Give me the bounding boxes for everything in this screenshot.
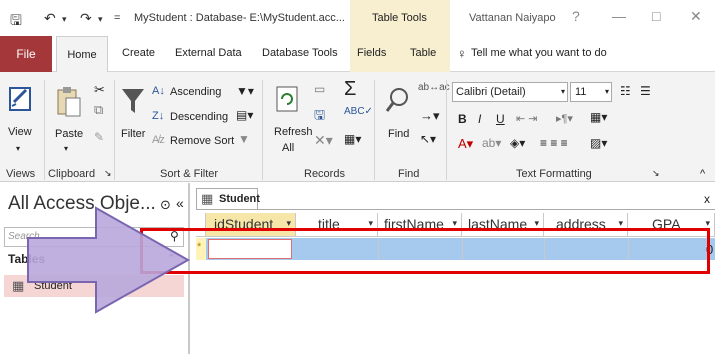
toggle-filter-icon[interactable]: ▼ (238, 132, 250, 146)
filter-button[interactable]: Filter (121, 128, 145, 140)
font-size-select[interactable]: 11 ▾ (570, 82, 612, 102)
tab-file[interactable]: File (0, 36, 52, 72)
descending-button[interactable]: Descending (170, 111, 228, 123)
annotation-arrow-icon (27, 206, 191, 314)
refresh-icon[interactable] (274, 84, 300, 114)
help-button[interactable]: ? (572, 8, 580, 24)
fill-color-icon[interactable]: ◈▾ (510, 136, 525, 150)
tab-create[interactable]: Create (122, 47, 155, 59)
ribbon-tabs: File Home Create External Data Database … (0, 36, 715, 73)
customize-toolbar-icon[interactable]: = (114, 12, 120, 24)
close-document-button[interactable]: x (704, 192, 710, 206)
view-icon[interactable] (8, 84, 36, 114)
document-tab-label: Student (219, 193, 260, 205)
indent-icons[interactable]: ⇤ ⇥ (516, 112, 538, 125)
table-tools-label: Table Tools (372, 12, 427, 24)
redo-icon[interactable]: ↷ (80, 10, 92, 27)
undo-dropdown-icon[interactable]: ▾ (62, 14, 67, 25)
clipboard-launcher-icon[interactable]: ↘ (104, 168, 112, 179)
tab-table[interactable]: Table (410, 47, 436, 59)
ascending-button[interactable]: Ascending (170, 86, 221, 98)
font-size-dropdown-icon[interactable]: ▾ (605, 87, 609, 96)
more-records-icon[interactable]: ▦▾ (344, 132, 361, 146)
window-title: MyStudent : Database- E:\MyStudent.acc..… (134, 12, 345, 24)
paste-button[interactable]: Paste (55, 128, 83, 140)
refresh-button[interactable]: Refresh (274, 126, 313, 138)
view-dropdown-icon[interactable]: ▾ (16, 144, 20, 153)
underline-button[interactable]: U (496, 112, 505, 126)
alternate-row-color-icon[interactable]: ▨▾ (590, 136, 607, 150)
highlight-box (140, 228, 710, 274)
tab-external-data[interactable]: External Data (175, 47, 242, 59)
user-name[interactable]: Vattanan Naiyapo (469, 12, 556, 24)
tab-fields[interactable]: Fields (357, 47, 386, 59)
paste-dropdown-icon[interactable]: ▾ (64, 144, 68, 153)
numbering-icon[interactable]: ☰ (640, 84, 651, 98)
spelling-icon[interactable]: ABC✓ (344, 106, 373, 117)
clipboard-group-label: Clipboard (48, 168, 96, 180)
views-group-label: Views (6, 168, 36, 180)
paste-icon[interactable] (52, 84, 92, 120)
undo-icon[interactable]: ↶ (44, 10, 56, 27)
remove-sort-button[interactable]: Remove Sort (170, 135, 234, 147)
collapse-ribbon-icon[interactable]: ^ (700, 168, 705, 180)
find-button[interactable]: Find (388, 128, 409, 140)
font-dropdown-icon[interactable]: ▾ (561, 87, 565, 96)
lightbulb-icon: ♀ (457, 46, 467, 61)
delete-record-icon[interactable]: ✕▾ (314, 132, 333, 149)
advanced-filter-icon[interactable]: ▤▾ (236, 108, 253, 122)
refresh-all-label[interactable]: All (282, 142, 294, 154)
document-tab-student[interactable]: ▦ Student (196, 188, 260, 210)
bullets-icon[interactable]: ☷ (620, 84, 631, 98)
text-formatting-launcher-icon[interactable]: ↘ (652, 168, 660, 179)
cut-icon[interactable]: ✂ (94, 82, 105, 98)
records-group-label: Records (304, 168, 345, 180)
minimize-button[interactable]: — (612, 8, 626, 24)
tab-home[interactable]: Home (56, 36, 108, 73)
table-icon: ▦ (12, 278, 25, 293)
ribbon: View ▾ Views ✂ ⧉ ✎ Paste ▾ Clipboard ↘ F… (0, 72, 715, 182)
descending-icon[interactable]: Z↓ (152, 110, 164, 122)
tell-me-box[interactable]: Tell me what you want to do (471, 47, 607, 59)
paragraph-icon[interactable]: ▸¶▾ (556, 112, 573, 125)
title-bar: 🖫 ↶ ▾ ↷ ▾ = MyStudent : Database- E:\MyS… (0, 0, 715, 36)
font-name-select[interactable]: Calibri (Detail) ▾ (452, 82, 568, 102)
restore-button[interactable]: □ (652, 8, 660, 24)
totals-icon[interactable]: Σ (344, 78, 356, 101)
find-icon[interactable] (384, 86, 412, 116)
new-record-icon[interactable]: ▭ (314, 82, 325, 96)
view-button[interactable]: View (8, 126, 32, 138)
save-record-icon[interactable]: 🖫 (314, 106, 325, 128)
gridlines-icon[interactable]: ▦▾ (590, 110, 607, 124)
replace-icon[interactable]: ab↔ac (418, 82, 450, 93)
save-icon[interactable]: 🖫 (10, 10, 22, 34)
find-group-label: Find (398, 168, 420, 180)
align-icons[interactable]: ≡ ≡ ≡ (540, 136, 568, 150)
text-formatting-group-label: Text Formatting (516, 168, 592, 180)
redo-dropdown-icon[interactable]: ▾ (98, 14, 103, 25)
selection-filter-icon[interactable]: ▼▾ (236, 84, 254, 98)
table-icon: ▦ (201, 191, 214, 206)
tab-database-tools[interactable]: Database Tools (262, 47, 338, 59)
goto-icon[interactable]: →▾ (420, 108, 440, 124)
copy-icon[interactable]: ⧉ (94, 102, 103, 118)
bold-button[interactable]: B (458, 112, 467, 126)
italic-button[interactable]: I (478, 112, 481, 126)
remove-sort-icon[interactable]: A̸z (152, 134, 165, 146)
format-painter-icon[interactable]: ✎ (94, 130, 104, 144)
select-icon[interactable]: ↖▾ (420, 132, 436, 146)
ascending-icon[interactable]: A↓ (152, 85, 165, 97)
close-button[interactable]: ✕ (690, 8, 702, 25)
sort-filter-group-label: Sort & Filter (160, 168, 219, 180)
filter-icon[interactable] (120, 86, 146, 116)
table-tools-context: Table Tools (350, 0, 450, 36)
font-color-icon[interactable]: A▾ (458, 136, 473, 152)
highlight-icon[interactable]: ab▾ (482, 136, 501, 150)
